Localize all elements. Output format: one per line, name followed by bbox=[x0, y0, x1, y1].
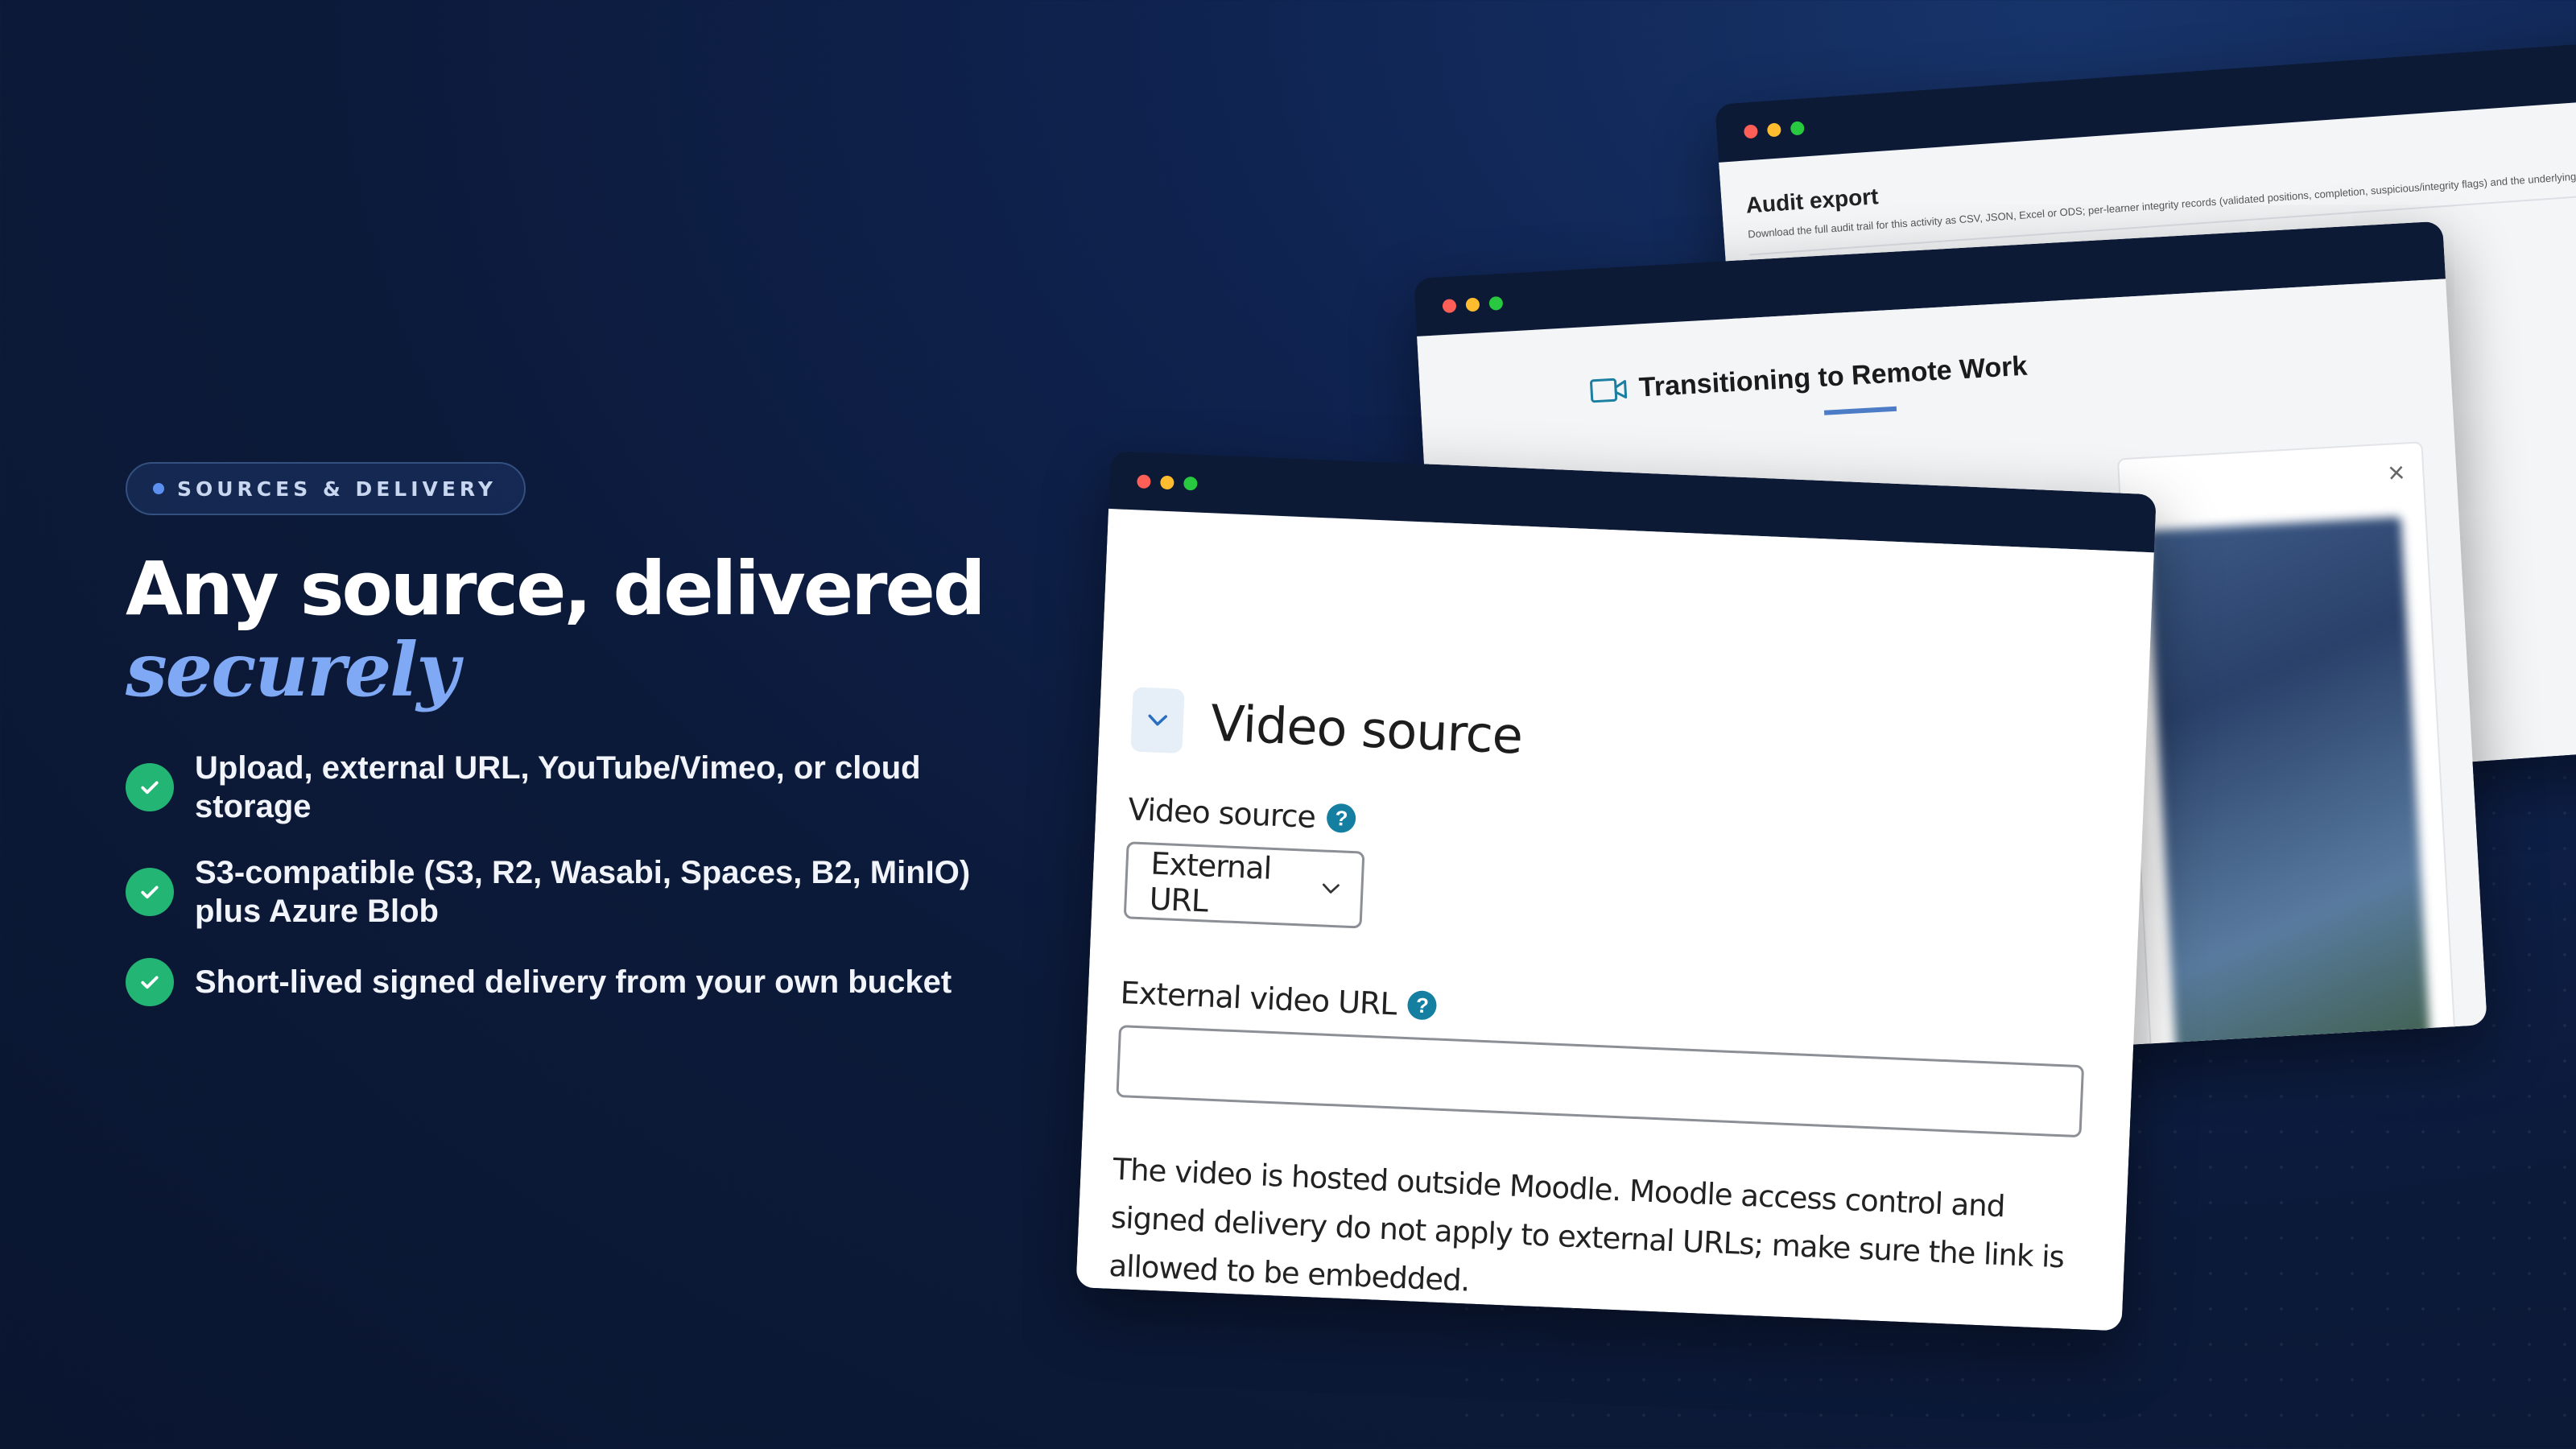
feature-text: Short-lived signed delivery from your ow… bbox=[195, 964, 952, 1000]
window-close-dot[interactable] bbox=[1442, 298, 1457, 313]
video-source-label: Video source ? bbox=[1127, 791, 1356, 836]
window-minimize-dot[interactable] bbox=[1160, 475, 1174, 489]
section-header: Video source bbox=[1130, 687, 1523, 767]
feature-text: Upload, external URL, YouTube/Vimeo, or … bbox=[195, 750, 921, 824]
window-minimize-dot[interactable] bbox=[1766, 122, 1781, 137]
badge-label: SOURCES & DELIVERY bbox=[177, 477, 497, 501]
preview-modal: × bbox=[2116, 441, 2458, 1083]
window-close-dot[interactable] bbox=[1743, 123, 1758, 139]
window-body: Video source Video source ? External URL… bbox=[1075, 508, 2154, 1331]
headline-line: Any source, delivered bbox=[126, 546, 986, 632]
section-title: Video source bbox=[1209, 693, 1524, 766]
feature-item: Short-lived signed delivery from your ow… bbox=[126, 958, 1027, 1006]
window-maximize-dot[interactable] bbox=[1183, 476, 1198, 491]
collapse-section-button[interactable] bbox=[1130, 687, 1185, 754]
video-preview-image bbox=[2146, 517, 2432, 1075]
category-badge: SOURCES & DELIVERY bbox=[126, 462, 526, 515]
external-url-label: External video URL ? bbox=[1119, 975, 1438, 1023]
video-source-select[interactable]: External URL bbox=[1123, 841, 1365, 929]
feature-list: Upload, external URL, YouTube/Vimeo, or … bbox=[126, 749, 1027, 1006]
active-tab-indicator bbox=[1823, 406, 1897, 415]
video-source-selected-value: External URL bbox=[1148, 845, 1273, 919]
video-source-window: Video source Video source ? External URL… bbox=[1075, 451, 2157, 1331]
dot-icon bbox=[153, 483, 164, 494]
external-url-label-text: External video URL bbox=[1119, 975, 1397, 1022]
check-circle-icon bbox=[126, 763, 174, 811]
chevron-down-icon bbox=[1148, 714, 1167, 726]
feature-item: Upload, external URL, YouTube/Vimeo, or … bbox=[126, 749, 1027, 826]
headline-emphasis: securely bbox=[126, 626, 460, 713]
check-circle-icon bbox=[126, 868, 174, 916]
question-circle-icon[interactable]: ? bbox=[1326, 803, 1356, 834]
check-circle-icon bbox=[126, 958, 174, 1006]
window-maximize-dot[interactable] bbox=[1488, 295, 1504, 311]
window-minimize-dot[interactable] bbox=[1465, 296, 1480, 312]
external-url-input[interactable] bbox=[1116, 1025, 2085, 1138]
course-title-text: Transitioning to Remote Work bbox=[1637, 350, 2029, 403]
headline: Any source, delivered securely bbox=[126, 546, 1027, 713]
window-maximize-dot[interactable] bbox=[1790, 120, 1805, 135]
close-icon[interactable]: × bbox=[2387, 456, 2405, 490]
hero-panel: SOURCES & DELIVERY Any source, delivered… bbox=[126, 462, 1027, 1034]
audit-export-title: Audit export bbox=[1744, 184, 1880, 218]
question-circle-icon[interactable]: ? bbox=[1406, 990, 1438, 1021]
feature-item: S3-compatible (S3, R2, Wasabi, Spaces, B… bbox=[126, 853, 1027, 931]
video-camera-icon bbox=[1590, 378, 1628, 402]
chevron-down-icon bbox=[1323, 883, 1340, 894]
external-url-help-text: The video is hosted outside Moodle. Mood… bbox=[1108, 1151, 2065, 1298]
course-title: Transitioning to Remote Work bbox=[1588, 351, 2028, 407]
video-source-label-text: Video source bbox=[1127, 791, 1316, 836]
feature-text: S3-compatible (S3, R2, Wasabi, Spaces, B… bbox=[195, 855, 971, 929]
window-close-dot[interactable] bbox=[1137, 473, 1151, 489]
